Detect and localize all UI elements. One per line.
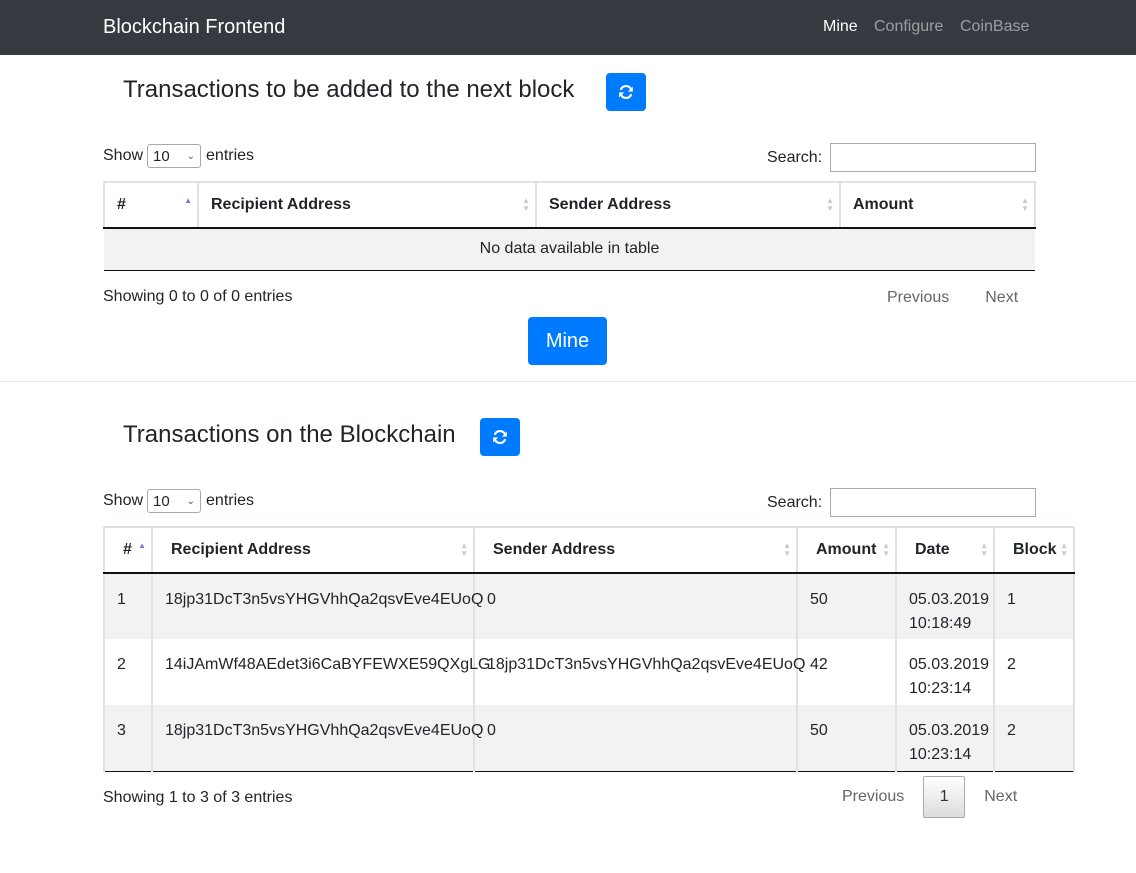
pending-length-entries-label: entries <box>206 147 255 164</box>
cell-recipient: 18jp31DcT3n5vsYHGVhhQa2qsvEve4EUoQ <box>151 705 483 772</box>
col-header-amount[interactable]: Amount ▲ ▼ <box>839 181 1036 229</box>
pending-search: Search: <box>767 143 1037 172</box>
col-header-block[interactable]: Block ▲ ▼ <box>993 526 1075 574</box>
chain-page-1-button[interactable]: 1 <box>923 776 966 818</box>
nav-link-configure[interactable]: Configure <box>874 18 943 36</box>
cell-sender: 0 <box>473 573 797 639</box>
sort-icon: ▲ ▼ <box>882 541 890 558</box>
sort-icon: ▲ ▼ <box>783 541 791 558</box>
col-header-sender[interactable]: Sender Address ▲ ▼ <box>535 181 840 229</box>
chain-length-show-label: Show <box>103 492 144 509</box>
empty-row: No data available in table <box>104 228 1035 271</box>
cell-number: 1 <box>103 573 152 639</box>
cell-recipient: 14iJAmWf48AEdet3i6CaBYFEWXE59QXgLG <box>151 639 490 705</box>
chain-search-label: Search: <box>767 493 823 511</box>
cell-date-time: 10:23:14 <box>909 680 972 697</box>
navbar-brand[interactable]: Blockchain Frontend <box>103 16 285 39</box>
cell-date: 05.03.2019 10:23:14 <box>895 705 994 772</box>
cell-number: 2 <box>103 639 152 705</box>
sort-icon: ▲ ▼ <box>460 541 468 558</box>
cell-amount: 42 <box>796 639 896 705</box>
chevron-down-icon: ⌄ <box>186 495 196 507</box>
col-header-recipient[interactable]: Recipient Address ▲ ▼ <box>197 181 536 229</box>
cell-block: 2 <box>993 705 1075 772</box>
pending-transactions-table: # ▲ Recipient Address ▲ ▼ Sender Address … <box>103 181 1036 271</box>
chain-next-button[interactable]: Next <box>984 788 1017 806</box>
cell-amount: 50 <box>796 573 896 639</box>
table-row[interactable]: 3 18jp31DcT3n5vsYHGVhhQa2qsvEve4EUoQ 0 5… <box>103 705 1075 772</box>
pending-search-input[interactable] <box>830 143 1037 172</box>
refresh-icon <box>619 84 633 100</box>
pending-length-select[interactable]: 10 ⌄ <box>147 144 202 168</box>
pending-next-button[interactable]: Next <box>985 289 1018 307</box>
pending-refresh-button[interactable] <box>606 73 646 111</box>
col-header-amount[interactable]: Amount ▲ ▼ <box>796 526 896 574</box>
chain-previous-button[interactable]: Previous <box>842 788 904 806</box>
table-header-row: # ▲ Recipient Address ▲ ▼ Sender Address … <box>103 181 1036 229</box>
table-header-row: # ▲ Recipient Address ▲ ▼ Sender Address … <box>103 526 1075 574</box>
cell-date-day: 05.03.2019 <box>909 656 990 673</box>
navbar: Blockchain Frontend Mine Configure CoinB… <box>0 0 1136 55</box>
cell-date-day: 05.03.2019 <box>909 722 990 739</box>
chain-length-control: Show 10 ⌄ entries <box>103 489 254 513</box>
cell-block: 1 <box>993 573 1075 639</box>
cell-date-time: 10:23:14 <box>909 746 972 763</box>
chain-search: Search: <box>767 488 1037 517</box>
cell-amount: 50 <box>796 705 896 772</box>
nav-link-coinbase[interactable]: CoinBase <box>960 18 1029 36</box>
sort-icon: ▲ ▼ <box>826 196 834 213</box>
pending-length-control: Show 10 ⌄ entries <box>103 144 254 168</box>
sort-icon: ▲ ▼ <box>1021 196 1029 213</box>
col-header-sender[interactable]: Sender Address ▲ ▼ <box>473 526 797 574</box>
cell-number: 3 <box>103 705 152 772</box>
chain-length-entries-label: entries <box>206 492 255 509</box>
pending-search-label: Search: <box>767 148 823 166</box>
cell-recipient: 18jp31DcT3n5vsYHGVhhQa2qsvEve4EUoQ <box>151 573 483 639</box>
sort-icon: ▲ ▼ <box>522 196 530 213</box>
mine-button[interactable]: Mine <box>528 317 607 365</box>
table-row[interactable]: 2 14iJAmWf48AEdet3i6CaBYFEWXE59QXgLG 18j… <box>103 639 1075 705</box>
sort-icon: ▲ ▼ <box>980 541 988 558</box>
chain-table-info: Showing 1 to 3 of 3 entries <box>103 789 293 806</box>
pending-previous-button[interactable]: Previous <box>887 289 949 307</box>
pending-pagination: Previous Next <box>887 289 1018 307</box>
sort-ascending-icon: ▲ <box>138 541 146 550</box>
cell-date-time: 10:18:49 <box>909 615 972 632</box>
pending-length-value: 10 <box>153 147 170 165</box>
chain-pagination: Previous 1 Next <box>842 776 1017 818</box>
pending-table-info: Showing 0 to 0 of 0 entries <box>103 288 293 305</box>
refresh-icon <box>493 429 507 445</box>
empty-table-message: No data available in table <box>104 228 1035 271</box>
chain-length-select[interactable]: 10 ⌄ <box>147 489 202 513</box>
cell-block: 2 <box>993 639 1075 705</box>
blockchain-transactions-table: # ▲ Recipient Address ▲ ▼ Sender Address … <box>103 526 1075 772</box>
pending-length-show-label: Show <box>103 147 144 164</box>
chain-length-value: 10 <box>153 492 170 510</box>
sort-icon: ▲ ▼ <box>1060 541 1068 558</box>
cell-date: 05.03.2019 10:23:14 <box>895 639 994 705</box>
table-row[interactable]: 1 18jp31DcT3n5vsYHGVhhQa2qsvEve4EUoQ 0 5… <box>103 573 1075 639</box>
chevron-down-icon: ⌄ <box>186 150 196 162</box>
pending-section-title: Transactions to be added to the next blo… <box>123 76 575 103</box>
cell-sender: 18jp31DcT3n5vsYHGVhhQa2qsvEve4EUoQ <box>473 639 805 705</box>
col-header-number[interactable]: # ▲ <box>103 181 198 229</box>
col-header-date[interactable]: Date ▲ ▼ <box>895 526 994 574</box>
cell-date: 05.03.2019 10:18:49 <box>895 573 994 639</box>
chain-section-title: Transactions on the Blockchain <box>123 421 456 448</box>
sort-ascending-icon: ▲ <box>184 196 192 205</box>
col-header-number[interactable]: # ▲ <box>103 526 152 574</box>
chain-refresh-button[interactable] <box>480 418 520 456</box>
col-header-recipient[interactable]: Recipient Address ▲ ▼ <box>151 526 474 574</box>
nav-link-mine[interactable]: Mine <box>823 18 858 36</box>
cell-date-day: 05.03.2019 <box>909 591 990 608</box>
chain-search-input[interactable] <box>830 488 1037 517</box>
section-divider <box>0 381 1136 382</box>
cell-sender: 0 <box>473 705 797 772</box>
